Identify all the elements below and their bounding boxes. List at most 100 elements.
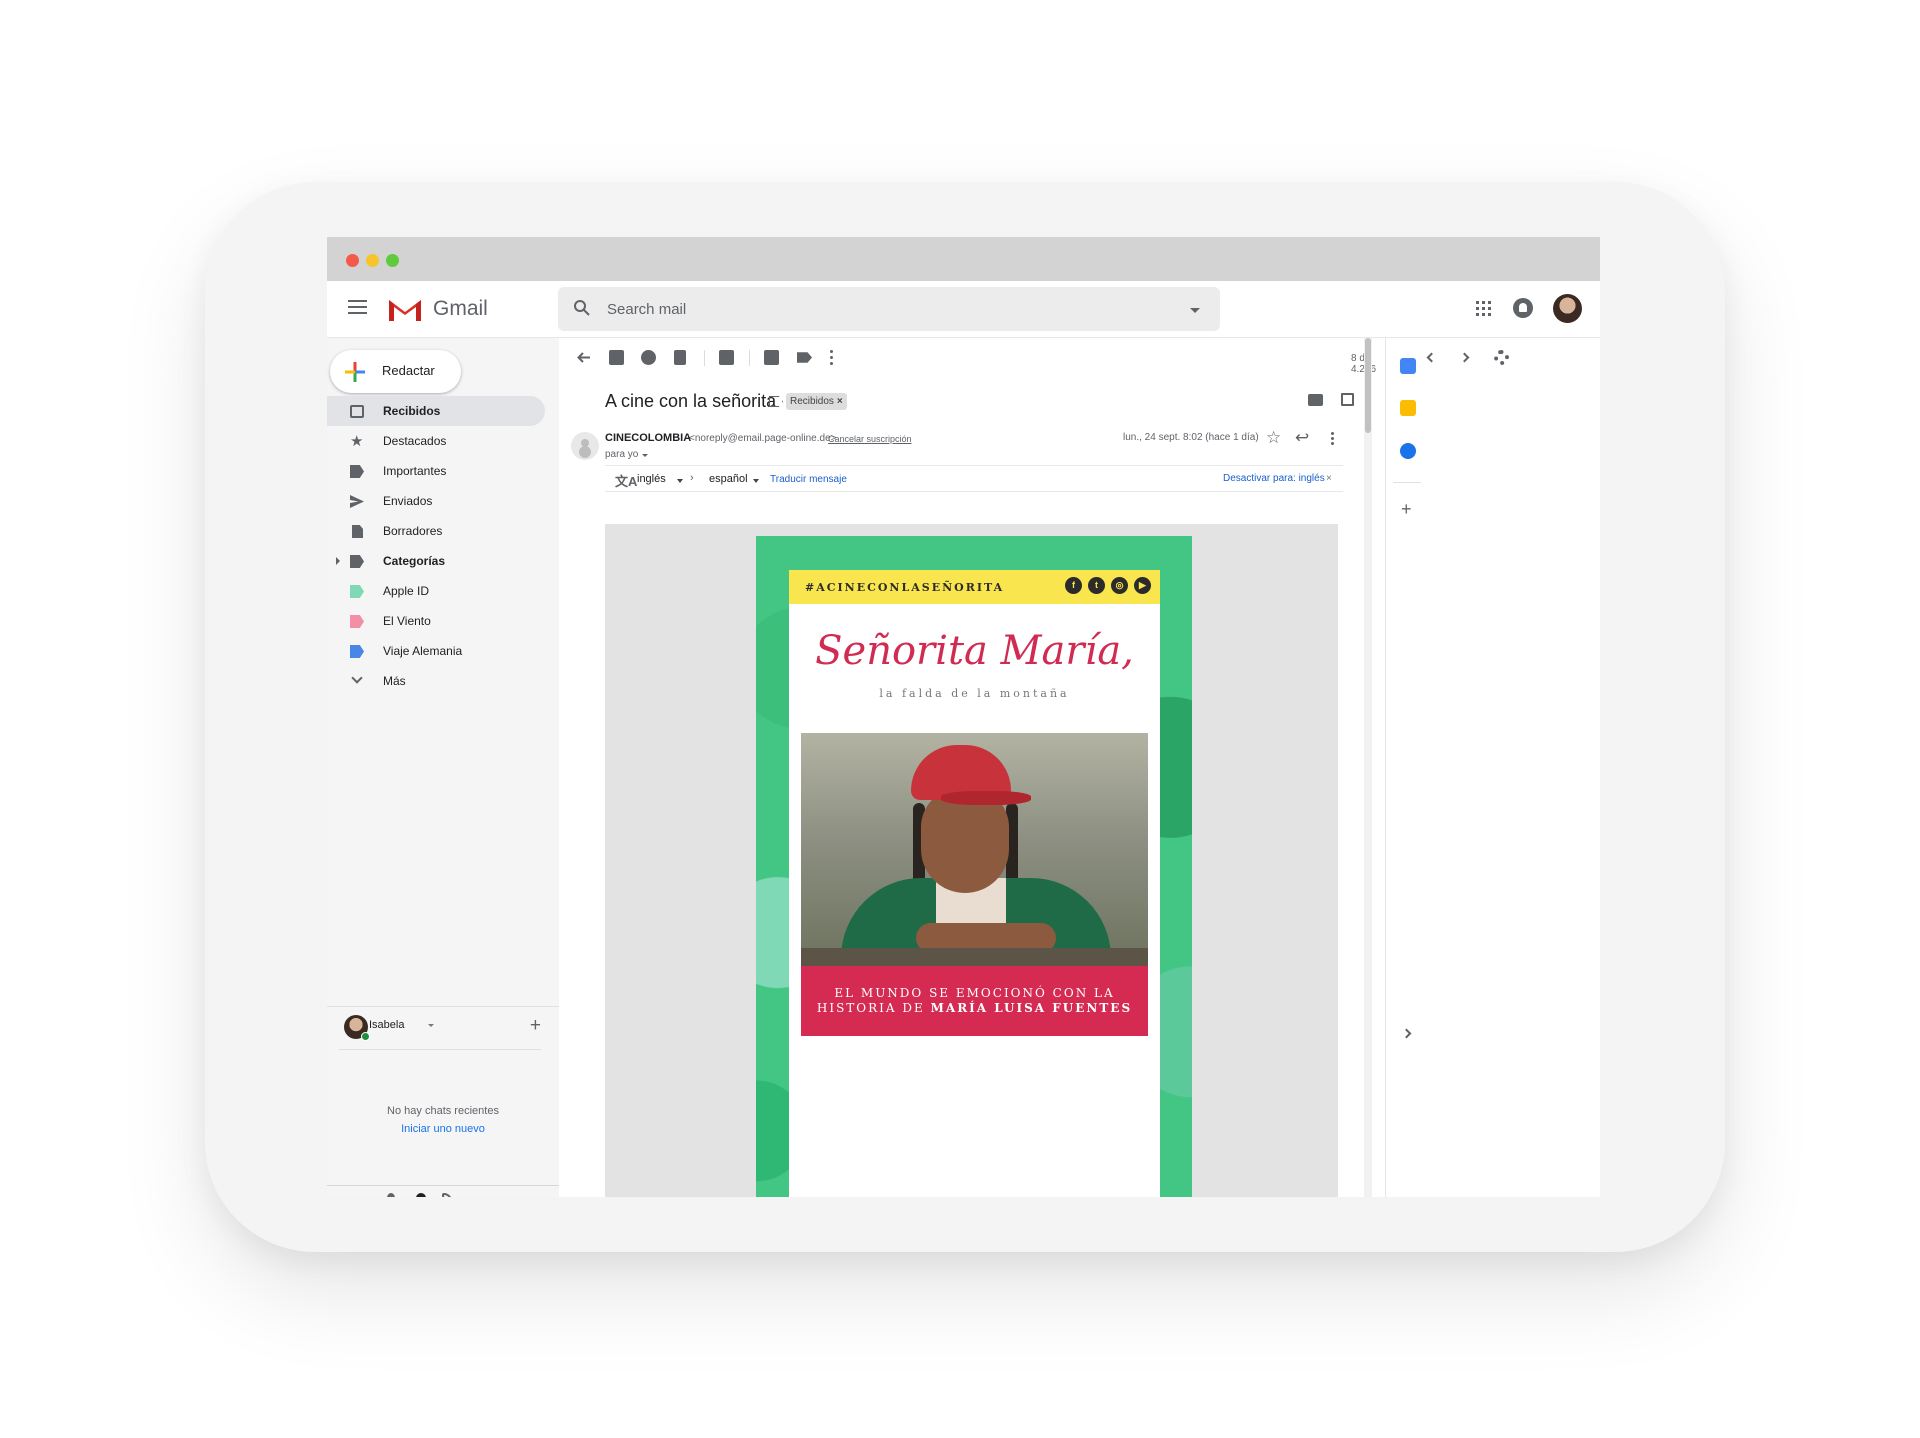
- compose-label: Redactar: [382, 363, 435, 378]
- message-scrollbar[interactable]: [1364, 338, 1372, 1197]
- hangouts-panel: Isabela + No hay chats recientes Iniciar…: [327, 1006, 559, 1135]
- sidebar-item-label: Categorías: [383, 554, 446, 568]
- star-icon[interactable]: ☆: [1266, 428, 1281, 448]
- window-titlebar: [327, 237, 1600, 281]
- sidebar-item-borradores[interactable]: Borradores: [327, 516, 545, 546]
- remove-label-icon[interactable]: ×: [837, 396, 843, 407]
- sidebar-item-recibidos[interactable]: Recibidos: [327, 396, 545, 426]
- labels-icon[interactable]: [797, 352, 812, 363]
- banner-line-2-name: MARÍA LUISA FUENTES: [930, 1001, 1133, 1015]
- scrollbar-thumb[interactable]: [1365, 338, 1371, 433]
- phone-icon[interactable]: [442, 1193, 452, 1197]
- sender-email: <noreply@email.page-online.de>: [689, 433, 837, 444]
- get-addons-plus-icon[interactable]: +: [1401, 499, 1412, 520]
- sidebar-item-el-viento[interactable]: El Viento: [327, 606, 545, 636]
- sidebar-item-label: Destacados: [383, 434, 447, 448]
- draft-icon: [352, 525, 363, 538]
- sidebar-item-destacados[interactable]: ★ Destacados: [327, 426, 545, 456]
- chat-user-caret-icon[interactable]: [428, 1024, 434, 1027]
- newsletter-card: #ACINECONLASEÑORITA f t ◎ ▶ Señorita Mar…: [789, 570, 1160, 1197]
- print-icon[interactable]: [1308, 394, 1323, 406]
- search-bar[interactable]: Search mail: [558, 287, 1220, 331]
- inbox-label-chip[interactable]: Recibidos ×: [786, 393, 847, 410]
- hangouts-icon[interactable]: [416, 1193, 426, 1197]
- apps-grid-icon[interactable]: [1476, 301, 1491, 316]
- sidebar-item-apple-id[interactable]: Apple ID: [327, 576, 545, 606]
- tasks-icon[interactable]: [1400, 443, 1416, 459]
- compose-button[interactable]: Redactar: [330, 350, 461, 393]
- reply-icon[interactable]: ↩: [1295, 428, 1309, 448]
- sidebar-item-viaje-alemania[interactable]: Viaje Alemania: [327, 636, 545, 666]
- sidebar-item-mas[interactable]: Más: [327, 666, 545, 696]
- account-avatar[interactable]: [1553, 294, 1582, 323]
- sender-name[interactable]: CINECOLOMBIA: [605, 432, 691, 444]
- settings-gear-icon[interactable]: [1494, 350, 1509, 365]
- toolbar-divider: [749, 350, 750, 366]
- sidebar-item-categorias[interactable]: Categorías: [327, 546, 545, 576]
- back-arrow-icon[interactable]: [576, 350, 591, 365]
- search-options-icon[interactable]: [1190, 308, 1200, 313]
- newer-message-icon[interactable]: [1426, 352, 1437, 363]
- target-language-select[interactable]: español: [709, 473, 748, 485]
- open-new-window-icon[interactable]: [1341, 393, 1354, 406]
- facebook-icon[interactable]: f: [1065, 577, 1082, 594]
- translate-message-link[interactable]: Traducir mensaje: [770, 474, 847, 485]
- maximize-window-button[interactable]: [386, 254, 399, 267]
- chat-user-row[interactable]: Isabela +: [339, 1007, 541, 1050]
- close-window-button[interactable]: [346, 254, 359, 267]
- hangouts-tabs: [327, 1185, 559, 1197]
- app-name: Gmail: [433, 297, 488, 320]
- source-language-caret-icon[interactable]: [677, 479, 683, 483]
- notifications-icon[interactable]: [1513, 298, 1533, 318]
- sidebar-item-enviados[interactable]: Enviados: [327, 486, 545, 516]
- newsletter-subtitle: la falda de la montaña: [879, 687, 1070, 700]
- chat-user-name[interactable]: Isabela: [369, 1019, 404, 1031]
- mark-unread-icon[interactable]: [719, 350, 734, 365]
- label-icon: [350, 555, 364, 568]
- youtube-icon[interactable]: ▶: [1134, 577, 1151, 594]
- no-chats-text: No hay chats recientes: [387, 1105, 499, 1117]
- start-new-chat-link[interactable]: Iniciar uno nuevo: [327, 1123, 559, 1135]
- translate-bar: 文A inglés › español Traducir mensaje Des…: [605, 465, 1343, 492]
- expand-arrow-icon[interactable]: [336, 557, 340, 565]
- chevron-right-icon: ›: [690, 472, 694, 484]
- gmail-logo-icon[interactable]: [387, 296, 423, 323]
- importance-marker-icon[interactable]: [769, 396, 783, 407]
- star-icon: ★: [350, 433, 364, 450]
- chevron-down-icon: [351, 672, 363, 684]
- sidebar-item-label: Recibidos: [383, 404, 441, 418]
- main-menu-icon[interactable]: [348, 300, 367, 315]
- disable-translation-link[interactable]: Desactivar para: inglés: [1223, 473, 1325, 484]
- move-to-icon[interactable]: [764, 350, 779, 365]
- calendar-icon[interactable]: [1400, 358, 1416, 374]
- message-toolbar: 8 de 4.286: [559, 338, 1509, 378]
- message-subject: A cine con la señorita: [605, 391, 777, 411]
- older-message-icon[interactable]: [1459, 352, 1470, 363]
- message-more-icon[interactable]: [1331, 432, 1334, 445]
- source-language-select[interactable]: inglés: [637, 473, 666, 485]
- twitter-icon[interactable]: t: [1088, 577, 1105, 594]
- message-date: lun., 24 sept. 8:02 (hace 1 día): [1123, 432, 1259, 443]
- archive-icon[interactable]: [609, 350, 624, 365]
- sidebar-item-importantes[interactable]: Importantes: [327, 456, 545, 486]
- delete-icon[interactable]: [674, 350, 686, 365]
- unsubscribe-link[interactable]: Cancelar suscripción: [828, 434, 912, 444]
- keep-icon[interactable]: [1400, 400, 1416, 416]
- banner-line-1: EL MUNDO SE EMOCIONÓ CON LA: [834, 986, 1115, 1000]
- report-spam-icon[interactable]: [641, 350, 656, 365]
- sidebar-item-label: Borradores: [383, 524, 443, 538]
- search-icon[interactable]: [573, 299, 591, 317]
- more-options-icon[interactable]: [830, 350, 833, 365]
- target-language-caret-icon[interactable]: [753, 479, 759, 483]
- instagram-icon[interactable]: ◎: [1111, 577, 1128, 594]
- new-chat-add-icon[interactable]: +: [530, 1015, 541, 1037]
- expand-side-panel-icon[interactable]: [1401, 1028, 1412, 1039]
- banner-line-2: HISTORIA DE MARÍA LUISA FUENTES: [801, 1001, 1148, 1015]
- minimize-window-button[interactable]: [366, 254, 379, 267]
- close-translate-icon[interactable]: ×: [1326, 473, 1332, 484]
- search-input[interactable]: Search mail: [607, 301, 686, 318]
- newsletter-hashtag: #ACINECONLASEÑORITA: [805, 581, 1005, 594]
- online-status-icon: [361, 1032, 370, 1041]
- recipient-details-icon[interactable]: [642, 454, 648, 457]
- contacts-icon[interactable]: [387, 1193, 395, 1197]
